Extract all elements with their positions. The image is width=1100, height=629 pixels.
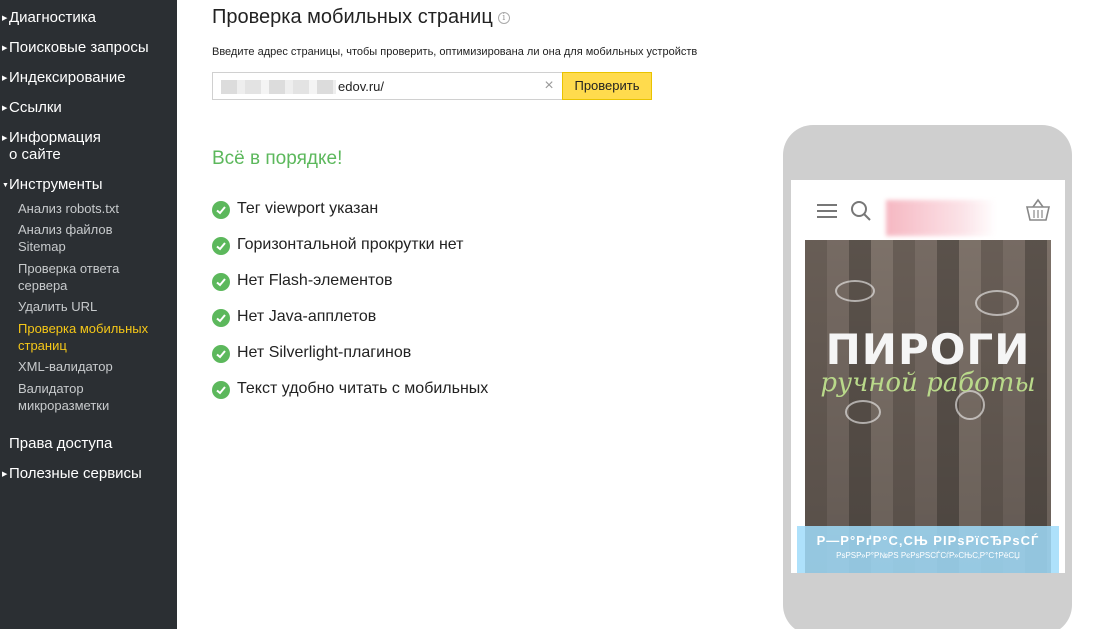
banner-title: Р—Р°РґР°С‚СЊ РІРѕРїСЂРѕСЃ [816,533,1040,548]
sidebar-subitem-server-response[interactable]: Проверка ответа сервера [18,260,128,294]
check-circle-icon [212,273,230,291]
url-input[interactable]: edov.ru/ × [212,72,562,100]
sidebar-item-label: Права доступа [9,435,113,452]
result-title: Всё в порядке! [212,148,343,169]
sidebar-item-links[interactable]: ▶ Ссылки [0,99,62,117]
phone-screen: ПИРОГИ ручной работы Р—Р°РґР°С‚СЊ РІРѕРї… [791,180,1065,573]
sidebar-item-label: Инструменты [9,176,103,193]
sidebar-subitem-xml-validator[interactable]: XML-валидатор [18,358,168,375]
chevron-right-icon: ▶ [2,135,8,142]
pastry-doodle [975,290,1019,316]
sidebar-item-indexing[interactable]: ▶ Индексирование [0,69,126,87]
sidebar-item-label: Информация о сайте [9,129,101,163]
sidebar-subitem-robots[interactable]: Анализ robots.txt [18,200,168,217]
sidebar-item-label: Полезные сервисы [9,465,142,482]
url-hint: Введите адрес страницы, чтобы проверить,… [212,46,698,58]
phone-preview: ПИРОГИ ручной работы Р—Р°РґР°С‚СЊ РІРѕРї… [783,125,1072,629]
chevron-right-icon: ▶ [2,105,8,112]
sidebar-item-label: Диагностика [9,9,96,26]
cta-banner[interactable]: Р—Р°РґР°С‚СЊ РІРѕРїСЂРѕСЃ РѕРЅР»Р°Р№РЅ Р… [797,526,1059,573]
chevron-right-icon: ▶ [2,15,8,22]
check-text: Нет Flash-элементов [237,272,393,289]
check-circle-icon [212,201,230,219]
check-text: Тег viewport указан [237,200,379,217]
check-circle-icon [212,381,230,399]
sidebar-item-access-rights[interactable]: Права доступа [0,435,112,452]
basket-icon[interactable] [1024,198,1052,222]
main-content: Проверка мобильных страниц i Введите адре… [177,0,1100,629]
pastry-doodle [835,280,875,302]
hero-image: ПИРОГИ ручной работы Р—Р°РґР°С‚СЊ РІРѕРї… [797,240,1059,573]
check-text: Нет Silverlight-плагинов [237,344,412,361]
pastry-doodle [845,400,881,424]
chevron-right-icon: ▶ [2,75,8,82]
search-icon[interactable] [850,200,872,222]
sidebar-item-useful-services[interactable]: ▶ Полезные сервисы [0,465,142,483]
page-title-wrap: Проверка мобильных страниц i [212,6,510,29]
chevron-right-icon: ▶ [2,45,8,52]
check-circle-icon [212,345,230,363]
sidebar-item-label: Ссылки [9,99,62,116]
check-circle-icon [212,309,230,327]
sidebar-subitem-sitemap[interactable]: Анализ файлов Sitemap [18,221,128,255]
hamburger-menu-icon[interactable] [817,204,837,218]
blurred-logo [886,200,996,236]
close-icon[interactable]: × [542,78,556,94]
sidebar-subitem-remove-url[interactable]: Удалить URL [18,298,168,315]
chevron-right-icon: ▶ [2,471,8,478]
blurred-url-part [221,80,336,94]
sidebar-item-diagnostics[interactable]: ▶ Диагностика [0,9,96,27]
check-circle-icon [212,237,230,255]
url-input-value[interactable]: edov.ru/ [338,79,384,94]
check-text: Текст удобно читать с мобильных [237,380,489,397]
check-button[interactable]: Проверить [562,72,652,100]
sidebar: ▶ Диагностика ▶ Поисковые запросы ▶ Индекси… [0,0,177,629]
site-header [791,180,1065,240]
sidebar-item-site-info[interactable]: ▶ Информация о сайте [0,129,101,163]
sidebar-item-tools[interactable]: ▼Инструменты [0,176,103,194]
check-text: Нет Java-апплетов [237,308,377,325]
sidebar-subitem-microdata-validator[interactable]: Валидатор микроразметки [18,380,128,414]
info-icon[interactable]: i [497,12,510,24]
check-text: Горизонтальной прокрутки нет [237,236,464,253]
banner-subtitle: РѕРЅР»Р°Р№РЅ РєРѕРЅСЃСѓР»СЊС‚Р°С†РёСЏ [836,551,1020,560]
page-title: Проверка мобильных страниц [212,6,493,28]
sidebar-item-search-queries[interactable]: ▶ Поисковые запросы [0,39,149,57]
hero-title: ПИРОГИ [825,325,1031,374]
sidebar-item-label: Поисковые запросы [9,39,149,56]
hero-subtitle: ручной работы [820,368,1036,398]
sidebar-item-label: Индексирование [9,69,126,86]
chevron-down-icon: ▼ [2,182,9,189]
sidebar-subitem-mobile-check[interactable]: Проверка мобильных страниц [18,320,158,354]
